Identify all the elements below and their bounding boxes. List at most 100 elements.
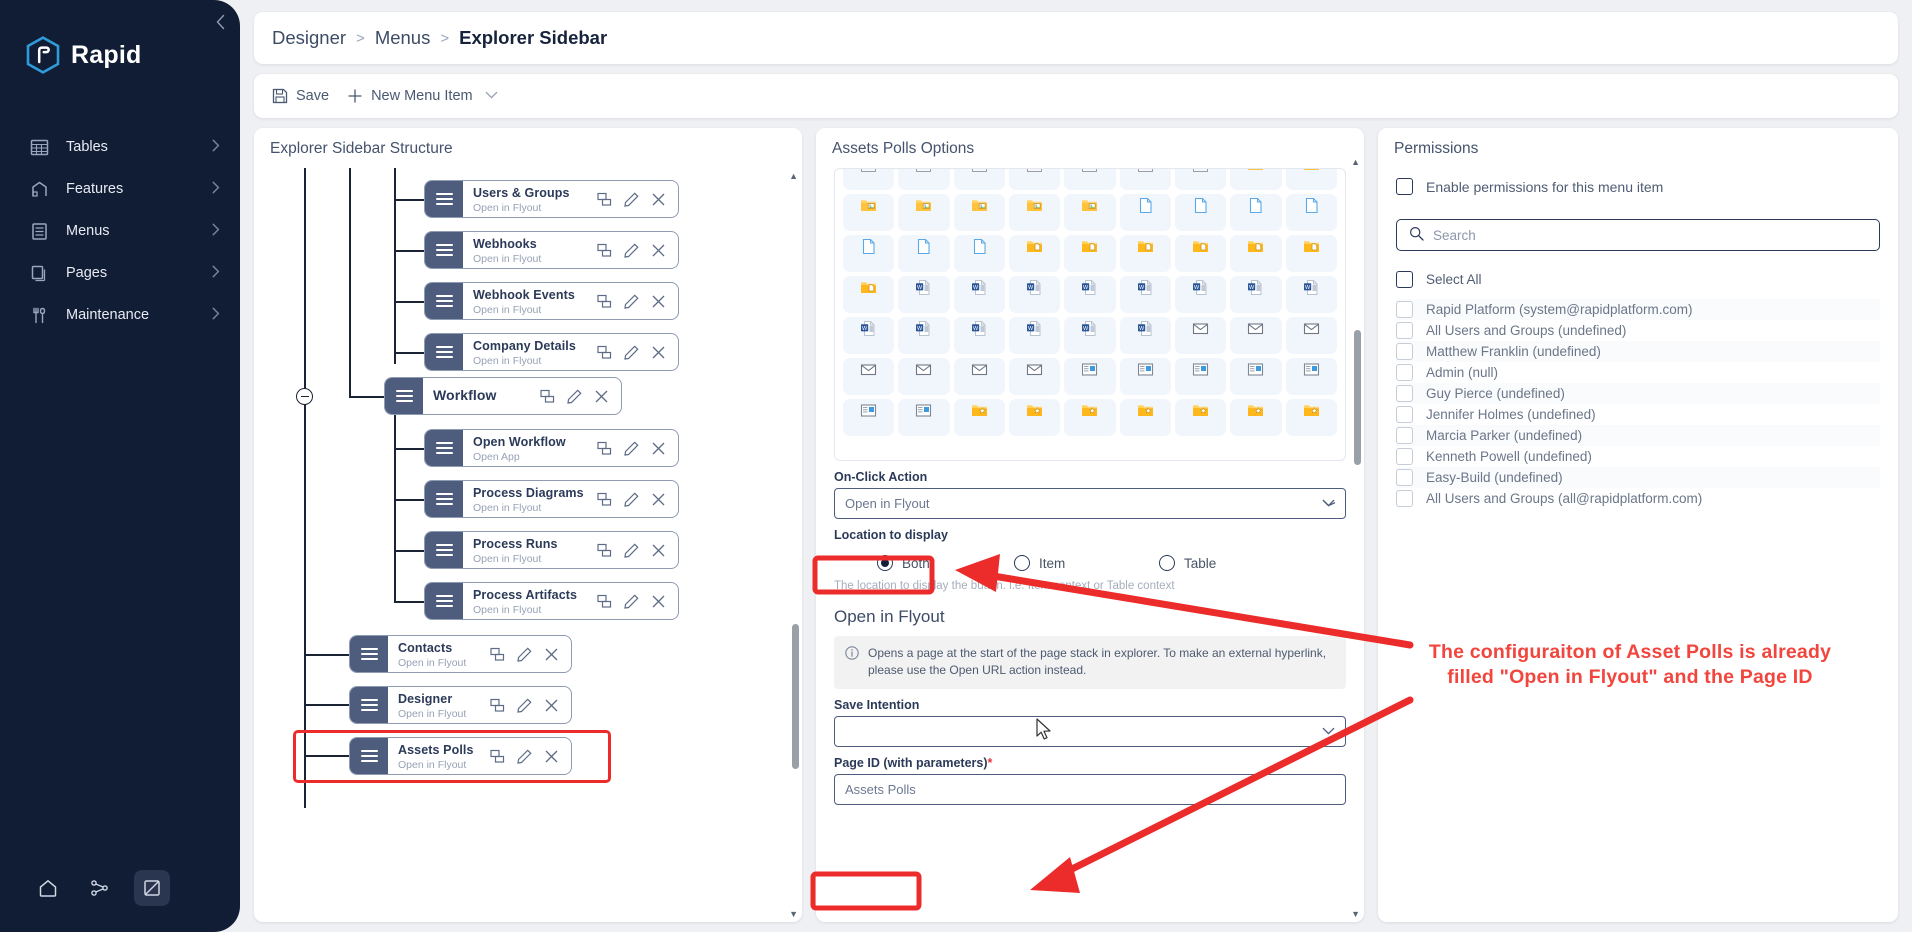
- edit-pencil-icon[interactable]: [624, 491, 639, 507]
- breadcrumb-menus[interactable]: Menus: [375, 27, 431, 49]
- tree-node-workflow[interactable]: Workflow: [384, 377, 622, 415]
- copy-icon[interactable]: [597, 441, 612, 456]
- icon-option[interactable]: W: [898, 317, 950, 354]
- copy-icon[interactable]: [490, 698, 505, 713]
- close-x-icon[interactable]: [594, 389, 609, 404]
- drag-handle[interactable]: [425, 283, 463, 319]
- icon-option[interactable]: [953, 235, 1005, 272]
- tree-collapse-toggle[interactable]: [296, 388, 313, 405]
- icon-option[interactable]: [1064, 194, 1116, 231]
- permission-row[interactable]: Rapid Platform (system@rapidplatform.com…: [1396, 299, 1880, 320]
- drag-handle[interactable]: [350, 636, 388, 672]
- close-x-icon[interactable]: [651, 543, 666, 558]
- home-icon[interactable]: [30, 870, 66, 906]
- close-x-icon[interactable]: [544, 749, 559, 764]
- icon-option[interactable]: [843, 358, 895, 395]
- page-id-input[interactable]: Assets Polls: [834, 773, 1346, 805]
- icon-option[interactable]: [898, 358, 950, 395]
- icon-option[interactable]: [1174, 358, 1227, 395]
- permission-row[interactable]: Admin (null): [1396, 362, 1880, 383]
- icon-option[interactable]: W: [1064, 317, 1116, 354]
- edit-pencil-icon[interactable]: [624, 191, 639, 207]
- drag-handle[interactable]: [425, 181, 463, 217]
- icon-option[interactable]: [1174, 399, 1227, 436]
- icon-option[interactable]: [1119, 399, 1171, 436]
- drag-handle[interactable]: [425, 232, 463, 268]
- scroll-down-icon[interactable]: ▼: [1351, 909, 1360, 919]
- copy-icon[interactable]: [597, 294, 612, 309]
- copy-icon[interactable]: [597, 594, 612, 609]
- options-scroll-thumb[interactable]: [1354, 330, 1361, 465]
- close-x-icon[interactable]: [544, 698, 559, 713]
- permission-checkbox[interactable]: [1396, 427, 1413, 444]
- sidebar-item-features[interactable]: Features: [0, 168, 240, 210]
- sidebar-item-menus[interactable]: Menus: [0, 210, 240, 252]
- icon-option[interactable]: [1285, 194, 1337, 231]
- icon-option[interactable]: [898, 169, 950, 190]
- icon-option[interactable]: [1285, 358, 1337, 395]
- drag-handle[interactable]: [425, 532, 463, 568]
- save-button[interactable]: Save: [272, 88, 329, 104]
- tree-node-company-details[interactable]: Company Details Open in Flyout: [424, 333, 679, 371]
- sidebar-item-tables[interactable]: Tables: [0, 126, 240, 168]
- icon-option[interactable]: [1285, 169, 1337, 190]
- icon-option[interactable]: [843, 194, 895, 231]
- icon-option[interactable]: [1230, 358, 1282, 395]
- close-x-icon[interactable]: [651, 294, 666, 309]
- close-x-icon[interactable]: [651, 345, 666, 360]
- edit-pencil-icon[interactable]: [517, 697, 532, 713]
- permission-checkbox[interactable]: [1396, 301, 1413, 318]
- icon-option[interactable]: [843, 276, 895, 313]
- icon-option[interactable]: [1119, 169, 1171, 190]
- breadcrumb-designer[interactable]: Designer: [272, 27, 346, 49]
- icon-option[interactable]: [898, 194, 950, 231]
- sidebar-item-maintenance[interactable]: Maintenance: [0, 294, 240, 336]
- sitemap-icon[interactable]: [82, 870, 118, 906]
- icon-option[interactable]: W: [1064, 276, 1116, 313]
- icon-option[interactable]: [953, 169, 1005, 190]
- copy-icon[interactable]: [597, 243, 612, 258]
- icon-option[interactable]: [1230, 235, 1282, 272]
- drag-handle[interactable]: [425, 583, 463, 619]
- drag-handle[interactable]: [350, 687, 388, 723]
- copy-icon[interactable]: [597, 492, 612, 507]
- close-x-icon[interactable]: [651, 243, 666, 258]
- icon-option[interactable]: W: [1008, 276, 1061, 313]
- permission-row[interactable]: Easy-Build (undefined): [1396, 467, 1880, 488]
- new-menu-item-button[interactable]: New Menu Item: [347, 88, 498, 104]
- tree-node-webhook-events[interactable]: Webhook Events Open in Flyout: [424, 282, 679, 320]
- icon-option[interactable]: [1064, 399, 1116, 436]
- copy-icon[interactable]: [597, 345, 612, 360]
- icon-option[interactable]: [1230, 194, 1282, 231]
- drag-handle[interactable]: [385, 378, 423, 414]
- permission-checkbox[interactable]: [1396, 490, 1413, 507]
- icon-option[interactable]: W: [898, 276, 950, 313]
- icon-option[interactable]: [898, 235, 950, 272]
- chart-off-icon[interactable]: [134, 870, 170, 906]
- edit-pencil-icon[interactable]: [624, 344, 639, 360]
- onclick-action-select[interactable]: Open in Flyout: [834, 488, 1346, 519]
- edit-pencil-icon[interactable]: [517, 748, 532, 764]
- permission-checkbox[interactable]: [1396, 406, 1413, 423]
- icon-option[interactable]: [1008, 235, 1061, 272]
- edit-pencil-icon[interactable]: [517, 646, 532, 662]
- permission-checkbox[interactable]: [1396, 469, 1413, 486]
- icon-picker[interactable]: W W W W W W W W W W W W W W: [834, 168, 1346, 461]
- copy-icon[interactable]: [540, 389, 555, 404]
- permission-row[interactable]: Jennifer Holmes (undefined): [1396, 404, 1880, 425]
- close-x-icon[interactable]: [651, 441, 666, 456]
- radio-table[interactable]: Table: [1159, 555, 1216, 571]
- icon-option[interactable]: [1064, 169, 1116, 190]
- permission-row[interactable]: Matthew Franklin (undefined): [1396, 341, 1880, 362]
- icon-option[interactable]: [1230, 317, 1282, 354]
- icon-option[interactable]: [843, 169, 895, 190]
- icon-option[interactable]: [1119, 235, 1171, 272]
- edit-pencil-icon[interactable]: [624, 293, 639, 309]
- radio-both[interactable]: Both: [834, 555, 1014, 571]
- icon-option[interactable]: [1008, 358, 1061, 395]
- scroll-down-icon[interactable]: ▼: [789, 909, 798, 919]
- icon-option[interactable]: [843, 399, 895, 436]
- edit-pencil-icon[interactable]: [624, 242, 639, 258]
- icon-option[interactable]: [1174, 235, 1227, 272]
- icon-option[interactable]: [1008, 169, 1061, 190]
